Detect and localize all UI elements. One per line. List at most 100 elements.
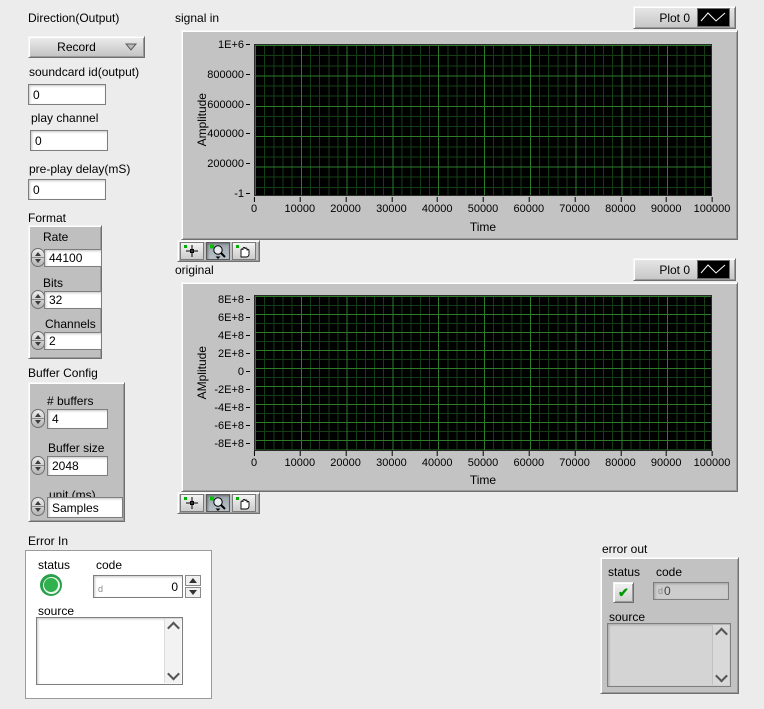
decrement-icon[interactable]: [35, 420, 41, 424]
graph2-y-axis-ticks: 8E+86E+84E+82E+80-2E+8-4E+8-6E+8-8E+8: [182, 300, 250, 444]
play-channel-field[interactable]: 0: [30, 130, 108, 151]
graph1-legend-label: Plot 0: [659, 11, 690, 25]
scroll-up-button[interactable]: [713, 625, 729, 640]
plot-line-sample-icon[interactable]: [697, 8, 730, 27]
x-tick-label: 0: [251, 203, 257, 215]
scroll-down-button[interactable]: [713, 670, 729, 685]
rate-increment-decrement[interactable]: [31, 248, 45, 267]
graph1-x-axis-ticks: 0100002000030000400005000060000700008000…: [254, 203, 712, 217]
graph2-palette: [177, 492, 260, 514]
hand-icon: [235, 244, 253, 259]
scroll-down-button[interactable]: [165, 668, 181, 683]
unit-field[interactable]: Samples: [47, 497, 123, 518]
y-tick-label: 2E+8: [218, 348, 250, 360]
num-buffers-increment-decrement[interactable]: [31, 409, 45, 428]
scroll-up-button[interactable]: [165, 619, 181, 634]
error-out-status-label: status: [608, 565, 640, 579]
status-check-icon[interactable]: ✔: [613, 582, 634, 603]
zoom-tool-button[interactable]: [206, 242, 230, 260]
channels-increment-decrement[interactable]: [31, 331, 45, 350]
zoom-tool-button[interactable]: [206, 494, 230, 512]
scrollbar[interactable]: [712, 625, 729, 685]
graph2-plot-area[interactable]: [254, 295, 712, 451]
error-in-code-field[interactable]: d 0: [93, 575, 183, 598]
error-in-source-field[interactable]: [36, 617, 183, 685]
y-tick-label: 0: [238, 366, 250, 378]
error-in-cluster: status code d 0 source: [25, 550, 212, 699]
radix-indicator[interactable]: d: [98, 584, 103, 597]
x-tick-label: 70000: [559, 457, 590, 469]
error-in-cluster-label: Error In: [28, 534, 68, 548]
x-tick-label: 50000: [468, 203, 499, 215]
bits-increment-decrement[interactable]: [31, 290, 45, 309]
x-tick-label: 70000: [559, 203, 590, 215]
increment-icon[interactable]: [35, 460, 41, 464]
magnifier-icon: [209, 244, 227, 259]
chevron-down-icon: [715, 670, 728, 683]
num-buffers-field[interactable]: 4: [47, 409, 108, 429]
buffer-config-cluster: # buffers 4 Buffer size 2048 unit (ms) S…: [28, 382, 125, 522]
cursor-tool-button[interactable]: [180, 242, 204, 260]
labview-front-panel: Direction(Output) Record soundcard id(ou…: [0, 0, 764, 709]
x-tick-label: 60000: [514, 457, 545, 469]
x-tick-label: 80000: [605, 203, 636, 215]
buffer-size-field[interactable]: 2048: [47, 456, 108, 476]
increment-icon[interactable]: [35, 294, 41, 298]
decrement-icon[interactable]: [35, 301, 41, 305]
increment-icon[interactable]: [35, 252, 41, 256]
error-out-code-value: 0: [664, 584, 671, 598]
increment-icon[interactable]: [35, 335, 41, 339]
graph1-palette: [177, 240, 260, 262]
direction-dropdown[interactable]: Record: [28, 36, 145, 58]
graph2-title: original: [175, 263, 214, 277]
x-tick-label: 30000: [376, 457, 407, 469]
hand-icon: [235, 496, 253, 511]
y-tick-label: 8E+8: [218, 294, 250, 306]
chevron-up-icon: [715, 628, 728, 641]
x-tick-label: 10000: [285, 457, 316, 469]
preplay-delay-field[interactable]: 0: [28, 179, 106, 200]
graph-signal-in: Amplitude 1E+6800000600000400000200000-1…: [181, 30, 738, 240]
graph1-plot-legend[interactable]: Plot 0: [633, 6, 736, 29]
direction-label: Direction(Output): [28, 11, 119, 25]
graph-original: AMplitude 8E+86E+84E+82E+80-2E+8-4E+8-6E…: [181, 282, 738, 492]
graph1-plot-area[interactable]: [254, 44, 712, 196]
status-led-icon[interactable]: [40, 574, 62, 596]
y-tick-label: -4E+8: [214, 402, 250, 414]
spin-down-button[interactable]: [185, 587, 201, 598]
crosshair-icon: [183, 244, 201, 258]
down-arrow-icon: [189, 590, 197, 595]
y-tick-label: 800000: [207, 69, 250, 81]
decrement-icon[interactable]: [35, 508, 41, 512]
buffer-config-cluster-label: Buffer Config: [28, 366, 98, 380]
scrollbar[interactable]: [164, 619, 181, 683]
graph2-plot-legend[interactable]: Plot 0: [633, 258, 736, 281]
x-tick-label: 10000: [285, 203, 316, 215]
buffer-size-label: Buffer size: [48, 441, 104, 455]
decrement-icon[interactable]: [35, 259, 41, 263]
x-tick-label: 30000: [376, 203, 407, 215]
pan-tool-button[interactable]: [232, 494, 256, 512]
pan-tool-button[interactable]: [232, 242, 256, 260]
rate-label: Rate: [43, 230, 68, 244]
unit-increment-decrement[interactable]: [31, 497, 45, 516]
bits-field[interactable]: 32: [44, 291, 102, 309]
x-tick-label: 90000: [651, 457, 682, 469]
y-tick-label: -2E+8: [214, 384, 250, 396]
plot-line-sample-icon[interactable]: [697, 260, 730, 279]
format-cluster-label: Format: [28, 211, 66, 225]
soundcard-id-field[interactable]: 0: [28, 84, 106, 105]
increment-icon[interactable]: [35, 501, 41, 505]
spin-up-button[interactable]: [185, 575, 201, 586]
crosshair-icon: [183, 496, 201, 510]
decrement-icon[interactable]: [35, 342, 41, 346]
error-in-source-label: source: [38, 604, 74, 618]
increment-icon[interactable]: [35, 413, 41, 417]
cursor-tool-button[interactable]: [180, 494, 204, 512]
buffer-size-increment-decrement[interactable]: [31, 456, 45, 475]
decrement-icon[interactable]: [35, 467, 41, 471]
rate-field[interactable]: 44100: [44, 249, 102, 267]
y-tick-label: 6E+8: [218, 312, 250, 324]
error-out-code-label: code: [656, 565, 682, 579]
channels-field[interactable]: 2: [44, 332, 102, 350]
